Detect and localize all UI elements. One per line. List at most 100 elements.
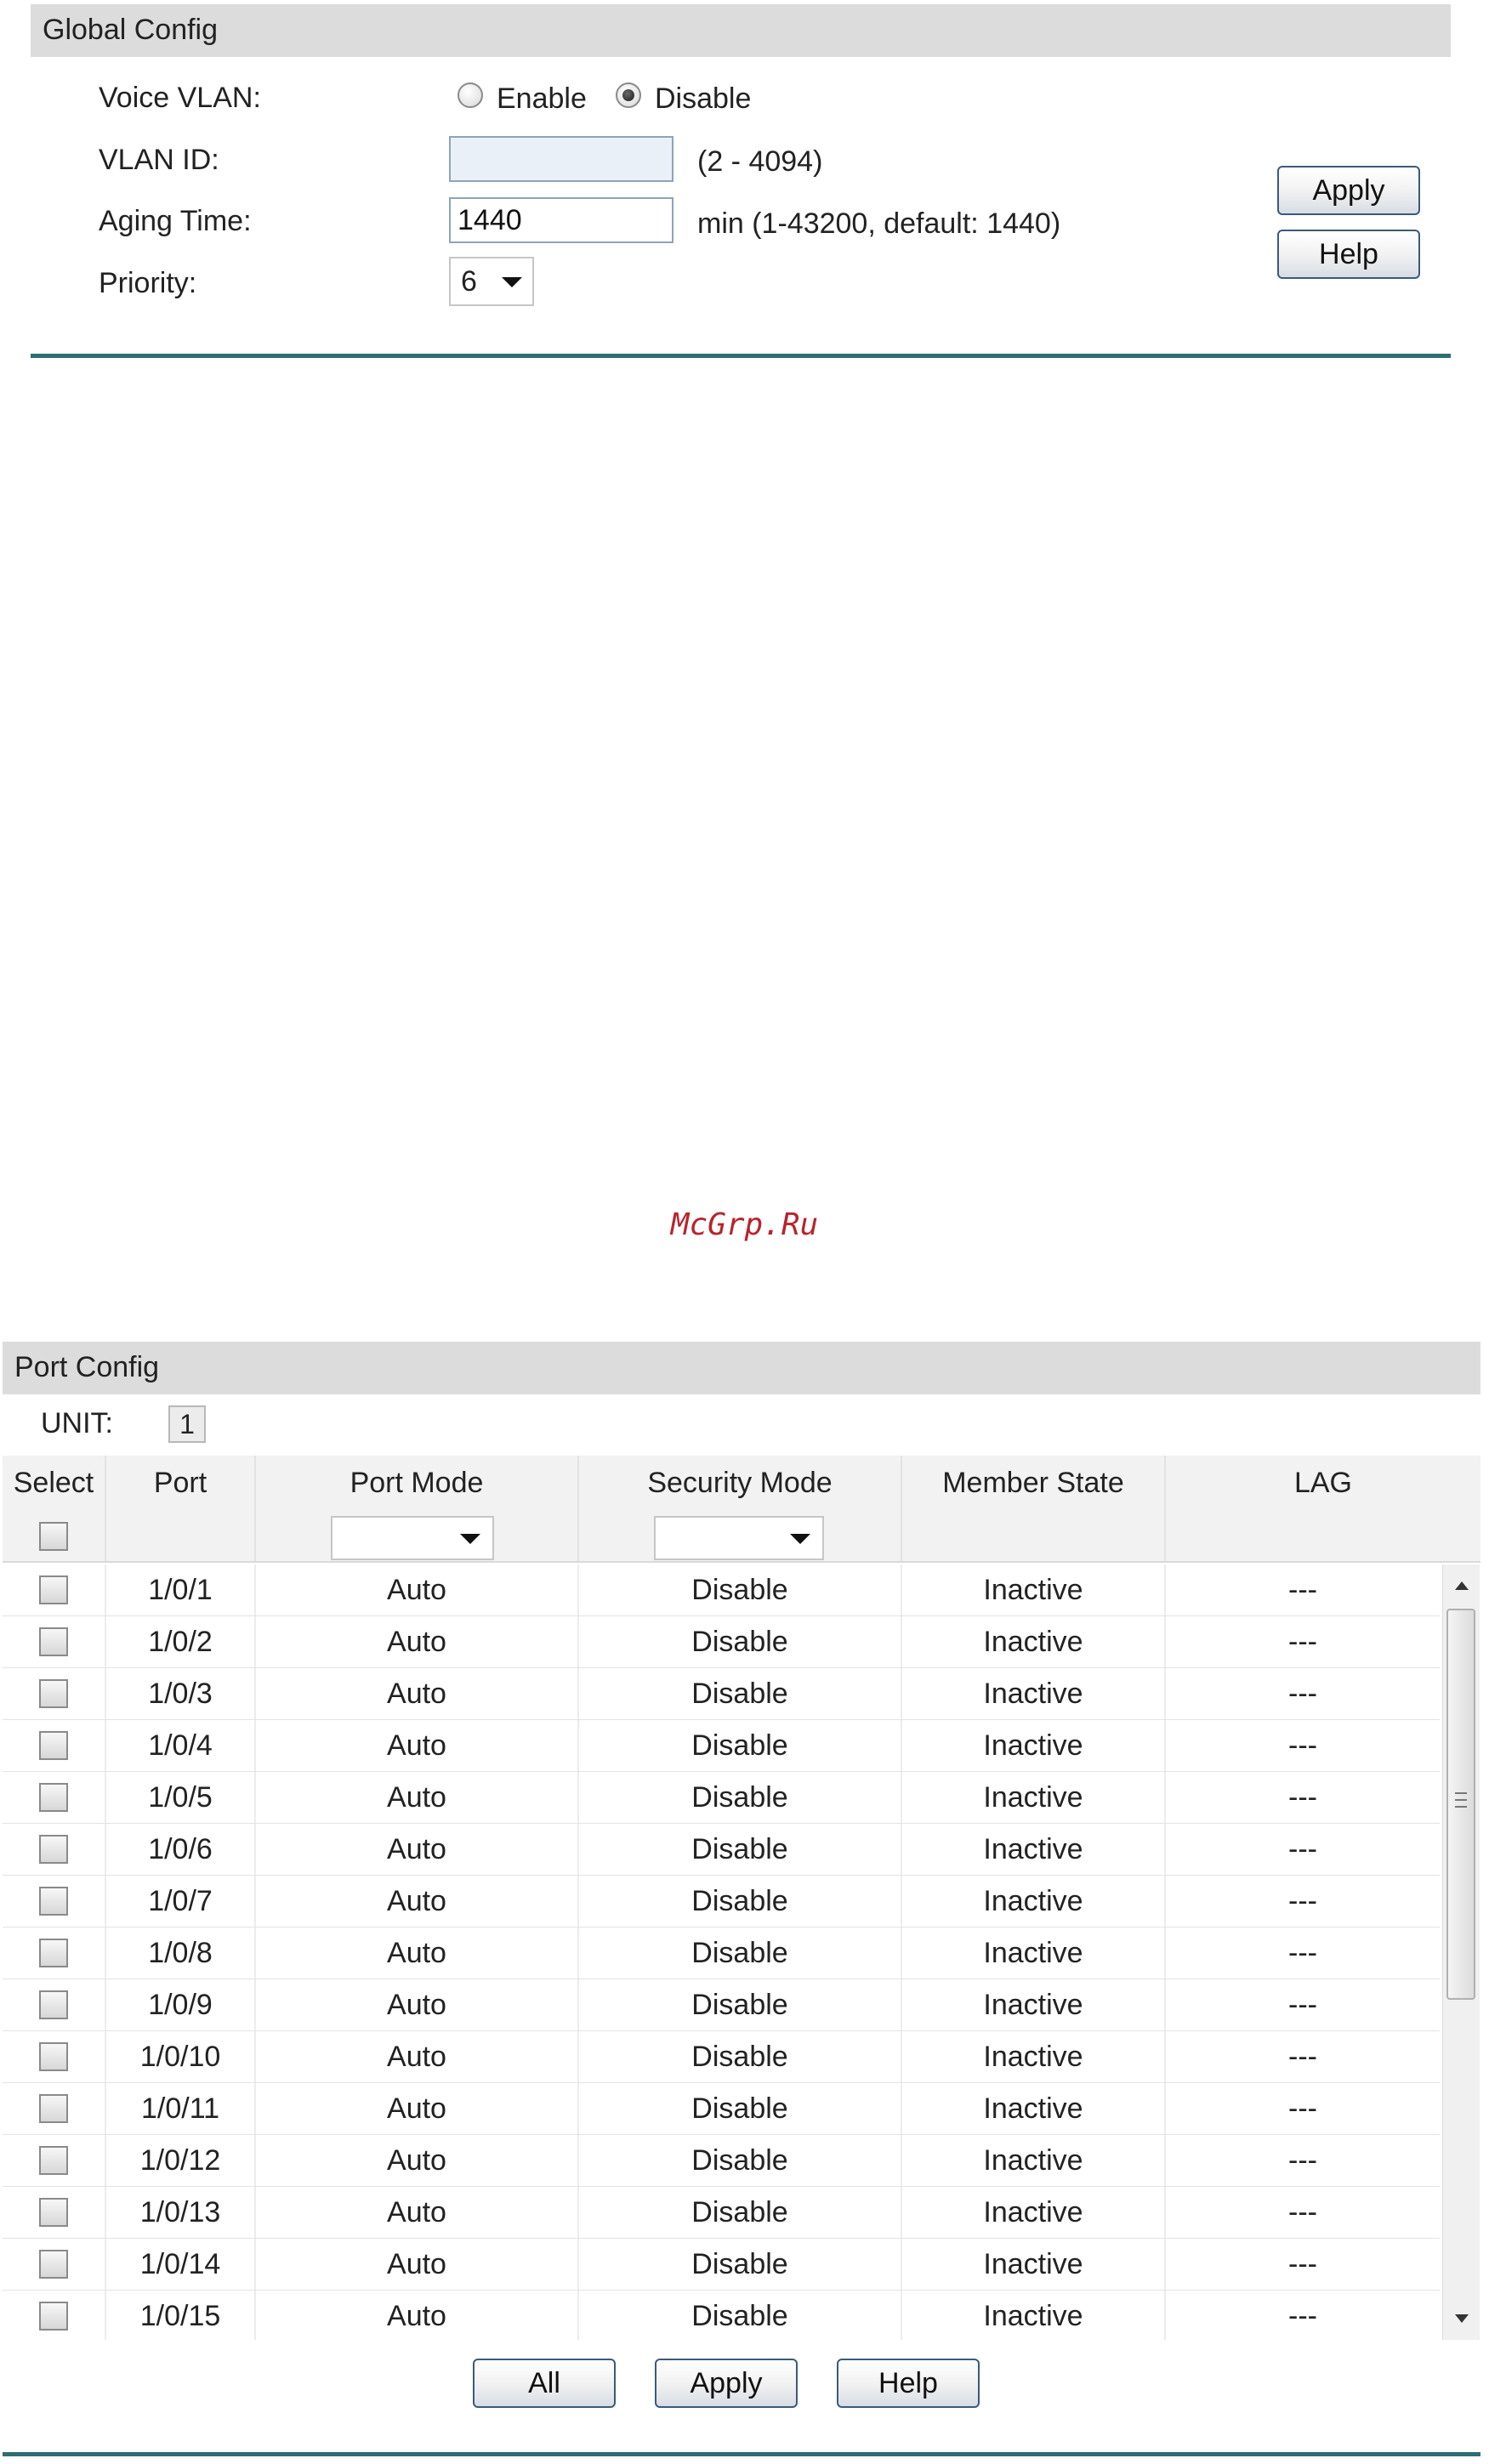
row-select-checkbox[interactable] [39,1835,68,1864]
row-select-checkbox[interactable] [39,1939,68,1967]
port-cell: 1/0/13 [106,2187,256,2238]
lag-cell: --- [1288,1833,1317,1865]
table-scrollbar[interactable] [1442,1564,1480,2340]
table-row: 1/0/9 Auto Disable Inactive --- [3,1979,1440,2031]
unit-label: UNIT: [41,1407,113,1439]
all-button[interactable]: All [473,2359,616,2408]
port-apply-button[interactable]: Apply [655,2359,798,2408]
port-table-body: 1/0/1 Auto Disable Inactive --- 1/0/2 Auto Disa… [3,1564,1440,2340]
port-mode-cell: Auto [256,2031,579,2082]
port-mode-cell: Auto [256,1772,579,1823]
column-header-security-mode: Security Mode [579,1456,902,1510]
column-header-lag: LAG [1293,1467,1353,1499]
security-mode-cell: Disable [579,1564,902,1615]
port-mode-cell: Auto [256,2135,579,2186]
member-state-cell: Inactive [902,1876,1166,1927]
lag-cell: --- [1288,2196,1317,2228]
port-cell: 1/0/3 [106,1668,256,1719]
voice-vlan-disable-label[interactable]: Disable [655,82,751,116]
port-cell: 1/0/8 [106,1927,256,1979]
row-select-checkbox[interactable] [39,1731,68,1760]
security-mode-cell: Disable [579,1720,902,1771]
row-select-checkbox[interactable] [39,1990,68,2019]
global-apply-button[interactable]: Apply [1277,166,1420,215]
member-state-cell: Inactive [902,1824,1166,1875]
security-mode-cell: Disable [579,1772,902,1823]
port-mode-cell: Auto [256,1616,579,1667]
security-mode-filter-select[interactable] [654,1516,824,1560]
lag-cell: --- [1288,1781,1317,1814]
filter-cell-select [3,1510,106,1561]
port-config-header: Port Config [3,1342,1480,1394]
lag-cell: --- [1288,1937,1317,1969]
vlan-id-label: VLAN ID: [99,144,219,176]
row-select-checkbox[interactable] [39,1575,68,1604]
row-select-checkbox[interactable] [39,2198,68,2227]
member-state-cell: Inactive [902,2083,1166,2134]
voice-vlan-enable-radio[interactable] [457,82,483,108]
watermark: McGrp.Ru [670,1207,819,1242]
security-mode-cell: Disable [579,1876,902,1927]
port-mode-cell: Auto [256,2239,579,2290]
chevron-down-icon [502,277,522,287]
security-mode-cell: Disable [579,1927,902,1979]
vlan-id-input[interactable] [449,136,673,182]
select-cell [3,2239,106,2290]
lag-cell: --- [1288,2248,1317,2280]
row-select-checkbox[interactable] [39,1627,68,1656]
security-mode-cell: Disable [579,2291,902,2340]
grip-line [1455,1792,1467,1794]
security-mode-cell: Disable [579,1824,902,1875]
row-select-checkbox[interactable] [39,2302,68,2331]
port-help-button[interactable]: Help [837,2359,980,2408]
column-header-member-state: Member State [902,1456,1166,1510]
priority-select[interactable]: 6 [449,257,534,306]
table-header: Select Port Port Mode Security Mode Memb… [3,1456,1480,1510]
column-header-port: Port [106,1456,256,1510]
table-row: 1/0/3 Auto Disable Inactive --- [3,1668,1440,1720]
scroll-up-arrow-icon[interactable] [1455,1581,1469,1590]
row-select-checkbox[interactable] [39,2146,68,2175]
row-select-checkbox[interactable] [39,2042,68,2071]
filter-cell-member-state [902,1510,1166,1561]
table-filter-row [3,1510,1480,1563]
member-state-cell: Inactive [902,1927,1166,1979]
filter-cell-port [106,1510,256,1561]
row-select-checkbox[interactable] [39,1887,68,1916]
global-config-divider [31,354,1451,358]
grip-line [1455,1799,1467,1801]
row-select-checkbox[interactable] [39,2094,68,2123]
security-mode-cell: Disable [579,2031,902,2082]
row-select-checkbox[interactable] [39,2250,68,2279]
select-all-checkbox[interactable] [39,1522,68,1551]
lag-cell: --- [1288,1574,1317,1606]
security-mode-cell: Disable [579,1616,902,1667]
scroll-down-arrow-icon[interactable] [1455,2314,1469,2323]
unit-selector[interactable]: 1 [168,1405,206,1443]
row-select-checkbox[interactable] [39,1679,68,1708]
select-cell [3,1927,106,1979]
table-row: 1/0/10 Auto Disable Inactive --- [3,2031,1440,2083]
member-state-cell: Inactive [902,1720,1166,1771]
voice-vlan-disable-radio[interactable] [616,82,641,108]
member-state-cell: Inactive [902,2187,1166,2238]
aging-time-input[interactable] [449,197,673,243]
table-row: 1/0/5 Auto Disable Inactive --- [3,1772,1440,1824]
voice-vlan-enable-label[interactable]: Enable [497,82,587,116]
port-mode-filter-select[interactable] [331,1516,494,1560]
global-help-button[interactable]: Help [1277,230,1420,279]
row-select-checkbox[interactable] [39,1783,68,1812]
lag-cell: --- [1288,1678,1317,1710]
table-row: 1/0/11 Auto Disable Inactive --- [3,2083,1440,2135]
scrollbar-thumb[interactable] [1446,1609,1475,2000]
aging-time-hint: min (1-43200, default: 1440) [697,207,1061,240]
table-row: 1/0/7 Auto Disable Inactive --- [3,1876,1440,1927]
select-cell [3,1876,106,1927]
port-cell: 1/0/14 [106,2239,256,2290]
select-cell [3,2031,106,2082]
port-cell: 1/0/12 [106,2135,256,2186]
column-header-select: Select [3,1456,106,1510]
filter-cell-lag [1166,1510,1480,1561]
select-cell [3,1616,106,1667]
security-mode-cell: Disable [579,2083,902,2134]
